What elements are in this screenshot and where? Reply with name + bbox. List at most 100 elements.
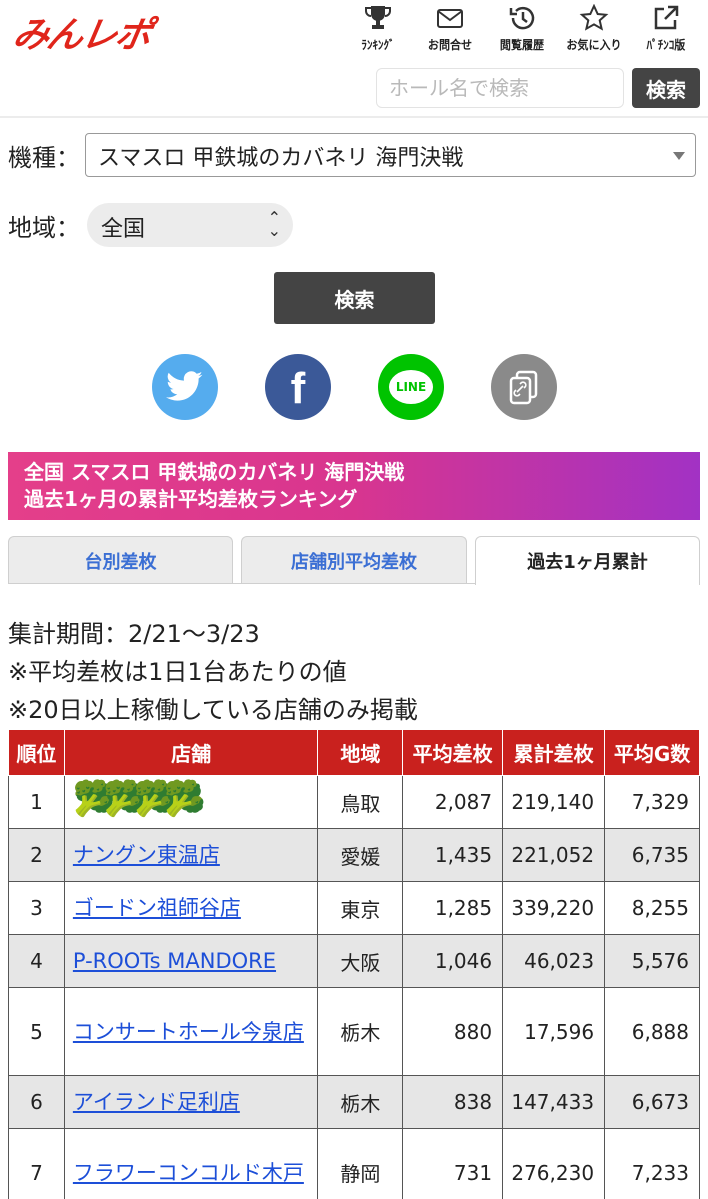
region-cell: 静岡 — [317, 1128, 404, 1199]
avg-diff-cell: 1,435 — [402, 828, 504, 882]
col-shop: 店舗 — [63, 729, 319, 776]
hall-search-input[interactable] — [376, 68, 624, 108]
total-diff-cell: 46,023 — [502, 934, 606, 988]
avg-games-cell: 6,888 — [604, 987, 700, 1076]
avg-games-cell: 6,673 — [604, 1075, 700, 1129]
col-avg-diff: 平均差枚 — [402, 729, 504, 776]
shop-link[interactable]: コンサートホール今泉店 — [63, 987, 319, 1076]
banner-subtitle: 過去1ヶ月の累計平均差枚ランキング — [24, 487, 358, 511]
total-diff-cell: 339,220 — [502, 881, 606, 935]
hall-search-button[interactable]: 検索 — [632, 68, 700, 108]
table-row: 3 ゴードン祖師谷店 東京 1,285 339,220 8,255 — [8, 881, 700, 935]
shop-link[interactable]: ナングン東温店 — [63, 828, 319, 882]
rank-cell: 7 — [8, 1128, 65, 1199]
machine-select[interactable]: スマスロ 甲鉄城のカバネリ 海門決戦 — [85, 133, 696, 177]
rank-cell: 2 — [8, 828, 65, 882]
col-rank: 順位 — [8, 729, 65, 776]
rank-cell: 4 — [8, 934, 65, 988]
avg-diff-cell: 838 — [402, 1075, 504, 1129]
twitter-icon — [166, 371, 203, 401]
region-cell: 栃木 — [317, 987, 404, 1076]
avg-diff-cell: 880 — [402, 987, 504, 1076]
region-select-value: 全国 — [101, 217, 146, 242]
nav-history-label: 閲覧履歴 — [499, 38, 545, 52]
site-logo[interactable]: みんレポ — [9, 6, 154, 58]
nav-favorites[interactable]: お気に入り — [558, 2, 630, 53]
shop-link[interactable]: フラワーコンコルド木戸 — [63, 1128, 319, 1199]
obscured-shop-name: 🥦🥦🥦🥦 — [72, 778, 206, 819]
shop-link[interactable]: P-ROOTs MANDORE — [63, 934, 319, 988]
search-button[interactable]: 検索 — [274, 272, 435, 324]
col-total-diff: 累計差枚 — [502, 729, 606, 776]
total-diff-cell: 276,230 — [502, 1128, 606, 1199]
table-row: 6 アイランド足利店 栃木 838 147,433 6,673 — [8, 1075, 700, 1129]
machine-label: 機種： — [8, 144, 80, 172]
shop-link[interactable]: 🥦🥦🥦🥦 — [63, 775, 319, 829]
copy-link-button[interactable] — [491, 354, 557, 420]
table-row: 5 コンサートホール今泉店 栃木 880 17,596 6,888 — [8, 987, 700, 1076]
nav-favorites-label: お気に入り — [566, 38, 622, 52]
region-cell: 鳥取 — [317, 775, 404, 829]
nav-ranking[interactable]: ﾗﾝｷﾝｸﾞ — [342, 2, 414, 53]
header: みんレポ ﾗﾝｷﾝｸﾞ お問合せ 閲覧履歴 お気に入り ﾊﾟﾁﾝｺ版 — [0, 0, 708, 62]
region-cell: 愛媛 — [317, 828, 404, 882]
mail-icon — [437, 9, 463, 28]
tab-store-avg-diff[interactable]: 店舗別平均差枚 — [241, 536, 467, 584]
history-icon — [509, 6, 535, 30]
tab-past-month-total[interactable]: 過去1ヶ月累計 — [475, 536, 700, 585]
nav-pachinko[interactable]: ﾊﾟﾁﾝｺ版 — [630, 2, 702, 53]
avg-games-cell: 7,329 — [604, 775, 700, 829]
avg-diff-cell: 1,285 — [402, 881, 504, 935]
region-label: 地域： — [8, 214, 80, 242]
facebook-share-button[interactable]: f — [265, 354, 331, 420]
rank-cell: 5 — [8, 987, 65, 1076]
rank-cell: 6 — [8, 1075, 65, 1129]
header-divider — [0, 116, 708, 118]
region-cell: 栃木 — [317, 1075, 404, 1129]
total-diff-cell: 17,596 — [502, 987, 606, 1076]
header-nav: ﾗﾝｷﾝｸﾞ お問合せ 閲覧履歴 お気に入り ﾊﾟﾁﾝｺ版 — [342, 2, 702, 53]
table-header-row: 順位 店舗 地域 平均差枚 累計差枚 平均G数 — [8, 729, 700, 776]
region-select[interactable]: 全国 ⌃ ⌄ — [87, 203, 293, 247]
note-operation-days: ※20日以上稼働している店舗のみ掲載 — [8, 696, 418, 724]
updown-chevron-icon: ⌃ ⌄ — [267, 208, 281, 240]
ranking-table: 順位 店舗 地域 平均差枚 累計差枚 平均G数 1 🥦🥦🥦🥦 鳥取 2,087 … — [8, 729, 700, 1199]
table-row: 2 ナングン東温店 愛媛 1,435 221,052 6,735 — [8, 828, 700, 882]
dropdown-caret-icon — [673, 152, 685, 160]
tab-machine-diff[interactable]: 台別差枚 — [8, 536, 233, 584]
nav-history[interactable]: 閲覧履歴 — [486, 2, 558, 53]
avg-games-cell: 6,735 — [604, 828, 700, 882]
ranking-banner: 全国 スマスロ 甲鉄城のカバネリ 海門決戦 過去1ヶ月の累計平均差枚ランキング — [8, 452, 700, 520]
table-row: 7 フラワーコンコルド木戸 静岡 731 276,230 7,233 — [8, 1128, 700, 1199]
nav-ranking-label: ﾗﾝｷﾝｸﾞ — [361, 38, 395, 52]
banner-title: 全国 スマスロ 甲鉄城のカバネリ 海門決戦 — [24, 460, 405, 484]
col-avg-games: 平均G数 — [604, 729, 700, 776]
period-text: 集計期間：2/21〜3/23 — [8, 620, 260, 648]
nav-pachinko-label: ﾊﾟﾁﾝｺ版 — [646, 38, 686, 52]
shop-link[interactable]: アイランド足利店 — [63, 1075, 319, 1129]
facebook-icon: f — [290, 364, 306, 413]
avg-games-cell: 5,576 — [604, 934, 700, 988]
nav-contact[interactable]: お問合せ — [414, 2, 486, 53]
table-row: 4 P-ROOTs MANDORE 大阪 1,046 46,023 5,576 — [8, 934, 700, 988]
avg-games-cell: 7,233 — [604, 1128, 700, 1199]
hall-search: 検索 — [376, 68, 700, 108]
table-row: 1 🥦🥦🥦🥦 鳥取 2,087 219,140 7,329 — [8, 775, 700, 829]
total-diff-cell: 147,433 — [502, 1075, 606, 1129]
trophy-icon — [365, 6, 391, 29]
note-average: ※平均差枚は1日1台あたりの値 — [8, 658, 347, 686]
twitter-share-button[interactable] — [152, 354, 218, 420]
external-link-icon — [654, 5, 679, 30]
line-share-button[interactable]: LINE — [378, 354, 444, 420]
star-icon — [579, 4, 609, 31]
avg-games-cell: 8,255 — [604, 881, 700, 935]
machine-select-value: スマスロ 甲鉄城のカバネリ 海門決戦 — [98, 146, 464, 171]
shop-link[interactable]: ゴードン祖師谷店 — [63, 881, 319, 935]
nav-contact-label: お問合せ — [427, 38, 473, 52]
rank-cell: 3 — [8, 881, 65, 935]
avg-diff-cell: 2,087 — [402, 775, 504, 829]
copy-link-icon — [509, 370, 538, 405]
region-cell: 大阪 — [317, 934, 404, 988]
avg-diff-cell: 731 — [402, 1128, 504, 1199]
avg-diff-cell: 1,046 — [402, 934, 504, 988]
